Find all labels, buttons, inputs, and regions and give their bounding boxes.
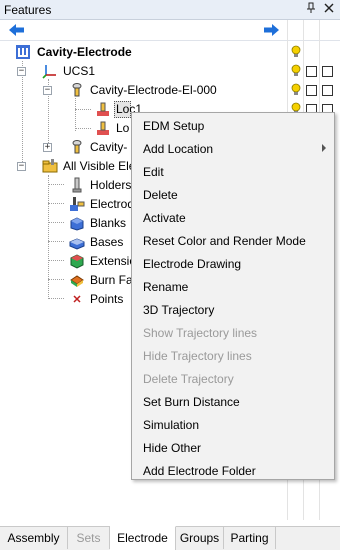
tree-label-cavity-2: Cavity- [90,140,128,154]
tree-label-ucs: UCS1 [63,64,96,78]
menu-item-label: Simulation [143,418,200,432]
burn-face-icon [69,272,85,288]
extension-icon [69,253,85,269]
arrow-right-icon[interactable] [262,23,280,39]
tab-label: Sets [76,531,101,545]
menu-item-label: Set Burn Distance [143,395,240,409]
tree-label-electrodes: Electrod [90,197,135,211]
menu-item-delete[interactable]: Delete [133,183,334,206]
coordinate-system-icon [42,63,58,79]
nav-toolbar [0,21,340,41]
menu-item-label: Activate [143,211,186,225]
tree-label-blanks: Blanks [90,216,127,230]
tree-label-bases: Bases [90,235,124,249]
tab-sets: Sets [68,527,110,549]
tab-label: Electrode [117,531,168,545]
menu-item-label: Delete [143,188,178,202]
arrow-left-icon[interactable] [8,23,26,39]
tab-electrode[interactable]: Electrode [110,526,176,550]
solid-mode-icon[interactable] [322,85,333,96]
submenu-arrow-icon [322,144,326,152]
menu-item-label: Hide Other [143,441,202,455]
tree-label-all-visible: All Visible Ele [63,159,136,173]
close-icon[interactable] [321,2,337,18]
menu-item-label: EDM Setup [143,119,205,133]
electrode-icon [69,82,85,98]
render-mode-icon[interactable] [306,85,317,96]
tree-label-holders: Holders [90,178,132,192]
holder-icon [69,177,85,193]
collapse-icon[interactable]: − [43,86,52,95]
menu-item-label: Edit [143,165,164,179]
tree-label-loc2: Lo [116,121,130,135]
menu-item-show-trajectory-lines: Show Trajectory lines [133,321,334,344]
expand-icon[interactable]: + [43,143,52,152]
menu-item-label: Reset Color and Render Mode [143,234,306,248]
tree-label-root: Cavity-Electrode [37,45,132,59]
pin-icon[interactable] [303,2,319,18]
electrode-project-icon [15,44,31,60]
tab-groups[interactable]: Groups [176,527,224,549]
panel-title: Features [4,3,52,17]
panel-titlebar: Features [0,0,340,20]
menu-item-label: Add Electrode Folder [143,464,256,478]
menu-item-3d-trajectory[interactable]: 3D Trajectory [133,298,334,321]
tab-assembly[interactable]: Assembly [0,527,68,549]
tree-label-electrode-group: Cavity-Electrode-El-000 [90,83,217,97]
tree-row-ucs[interactable]: − UCS1 [0,62,340,81]
collapse-icon[interactable]: − [17,67,26,76]
menu-item-label: Add Location [143,142,214,156]
menu-item-edit[interactable]: Edit [133,160,334,183]
tree-label-points: Points [90,292,124,306]
menu-item-add-location[interactable]: Add Location [133,137,334,160]
folder-icon [42,158,58,174]
menu-item-electrode-drawing[interactable]: Electrode Drawing [133,252,334,275]
menu-item-label: Electrode Drawing [143,257,242,271]
electrodes-icon [69,196,85,212]
location-icon [95,120,111,136]
menu-item-hide-other[interactable]: Hide Other [133,436,334,459]
bottom-tab-bar: Assembly Sets Electrode Groups Parting [0,526,340,550]
menu-item-reset-color[interactable]: Reset Color and Render Mode [133,229,334,252]
solid-mode-icon[interactable] [322,66,333,77]
menu-item-add-electrode-folder[interactable]: Add Electrode Folder [133,459,334,482]
point-icon [69,291,85,307]
lightbulb-icon[interactable] [291,64,301,78]
tab-label: Assembly [7,531,60,545]
lightbulb-icon[interactable] [291,45,301,59]
menu-item-hide-trajectory-lines: Hide Trajectory lines [133,344,334,367]
render-mode-icon[interactable] [306,66,317,77]
location-icon [95,101,111,117]
lightbulb-icon[interactable] [291,83,301,97]
menu-item-set-burn-distance[interactable]: Set Burn Distance [133,390,334,413]
base-icon [69,234,85,250]
menu-item-rename[interactable]: Rename [133,275,334,298]
tree-label-extensions: Extensio [90,254,137,268]
menu-item-edm-setup[interactable]: EDM Setup [133,114,334,137]
tab-parting[interactable]: Parting [224,527,276,549]
tree-label-burn-faces: Burn Fa [90,273,133,287]
tab-label: Parting [230,531,269,545]
menu-item-label: 3D Trajectory [143,303,215,317]
collapse-icon[interactable]: − [17,162,26,171]
tree-row-electrode-group[interactable]: − Cavity-Electrode-El-000 [0,81,340,100]
menu-item-label: Hide Trajectory lines [143,349,252,363]
blank-icon [69,215,85,231]
menu-item-delete-trajectory: Delete Trajectory [133,367,334,390]
tab-label: Groups [179,531,220,545]
context-menu: EDM Setup Add Location Edit Delete Activ… [131,112,335,480]
tree-row-root[interactable]: Cavity-Electrode [0,43,340,62]
menu-item-label: Delete Trajectory [143,372,234,386]
menu-item-simulation[interactable]: Simulation [133,413,334,436]
menu-item-label: Rename [143,280,189,294]
menu-item-label: Show Trajectory lines [143,326,258,340]
menu-item-activate[interactable]: Activate [133,206,334,229]
electrode-icon [69,139,85,155]
